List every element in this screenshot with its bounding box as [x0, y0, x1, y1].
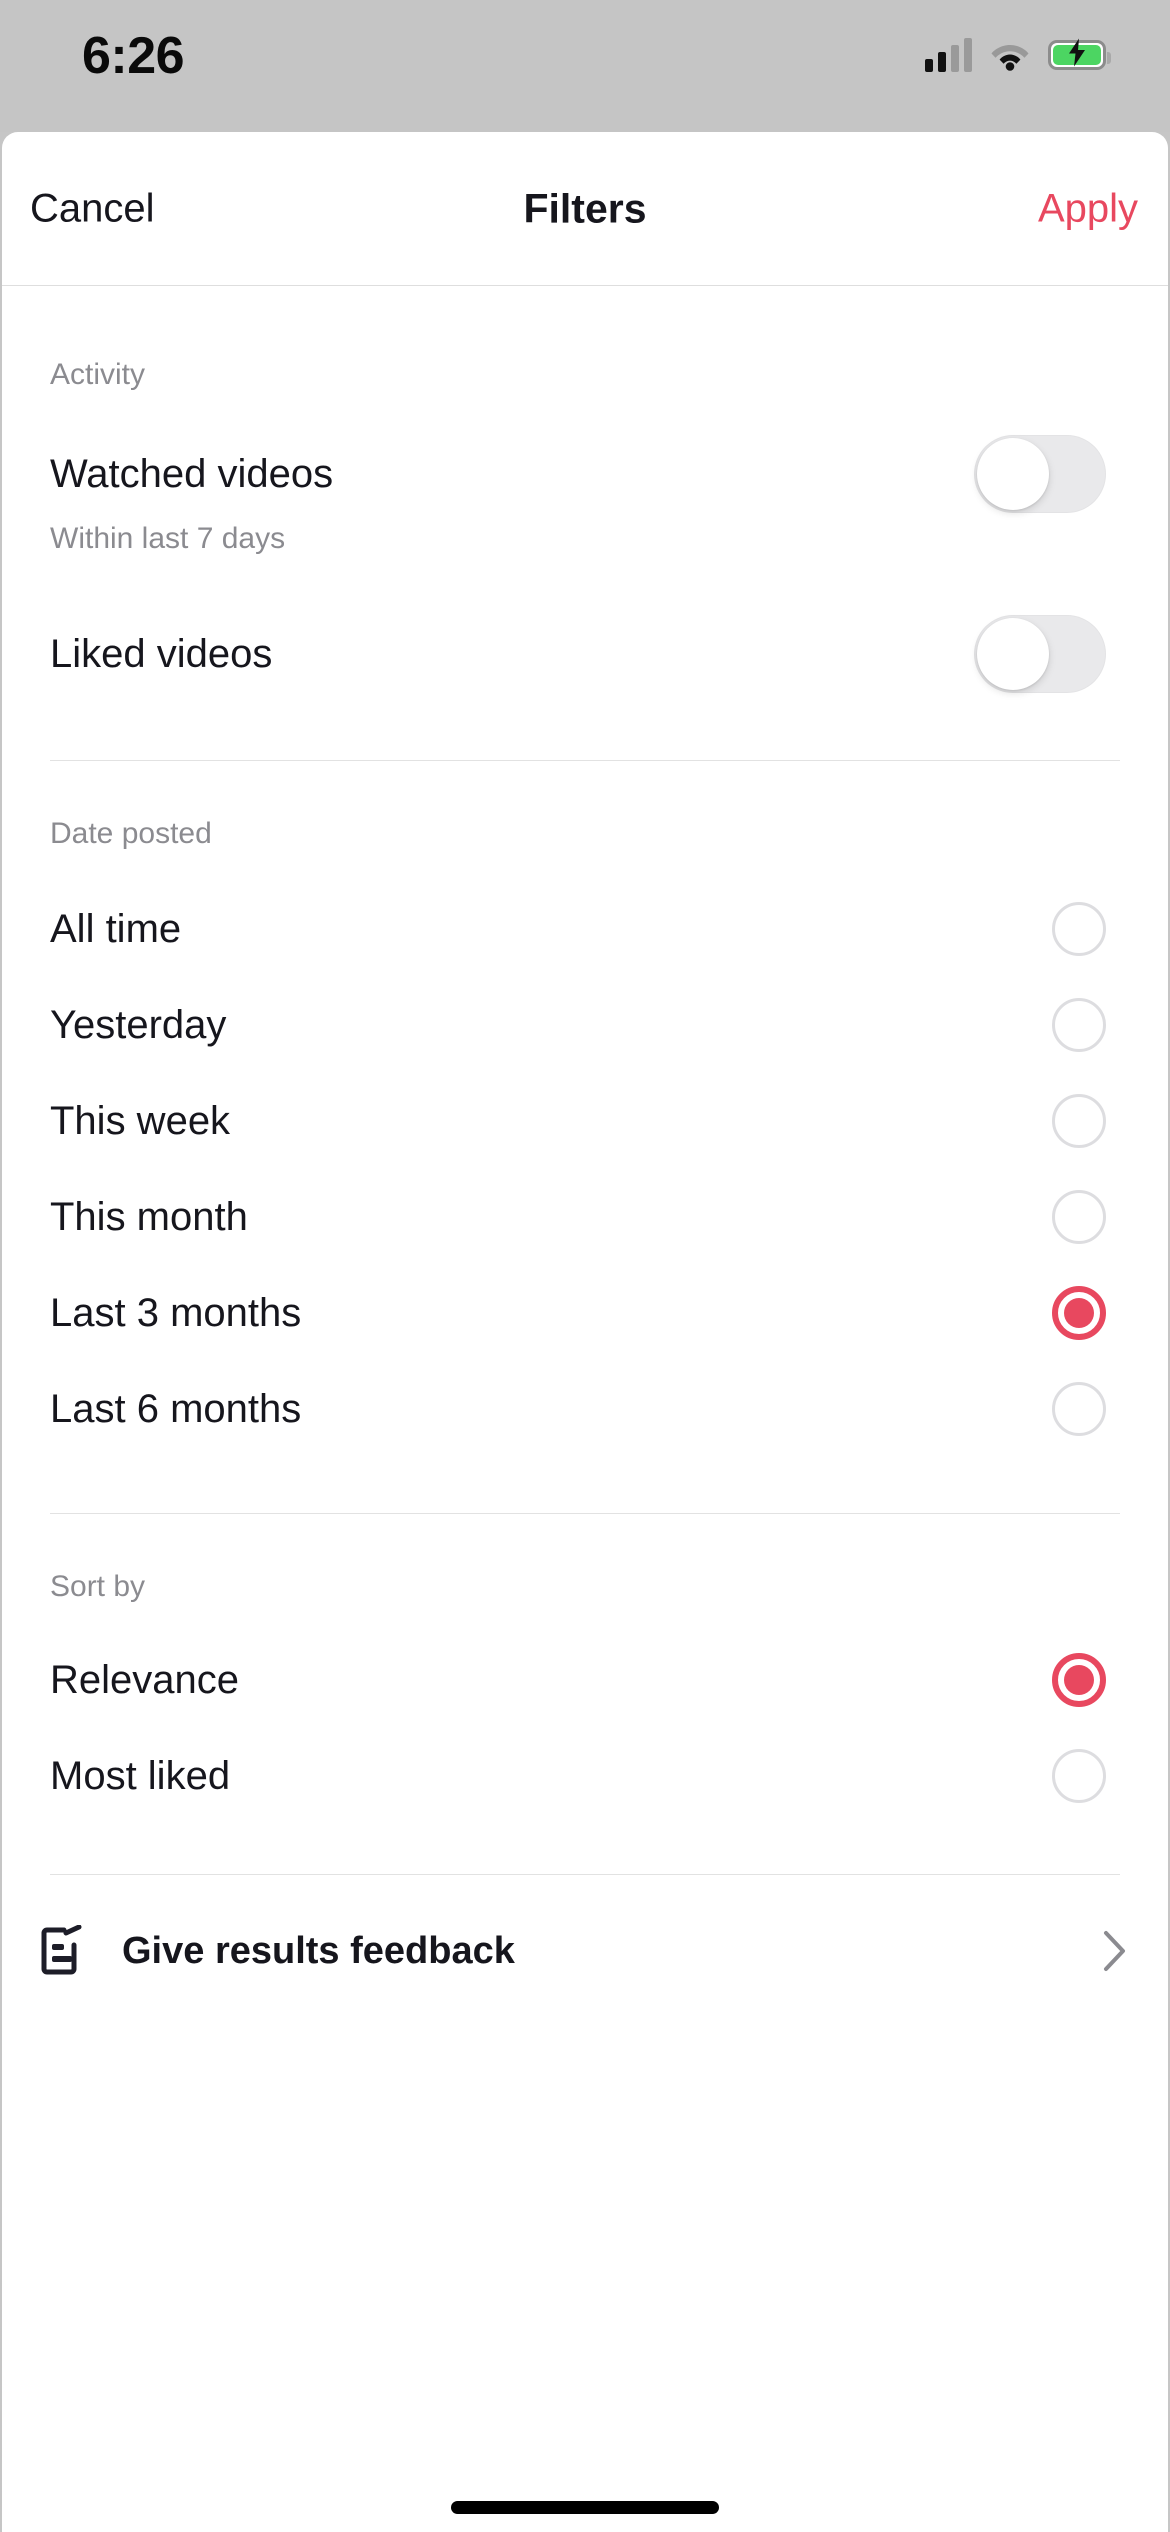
home-indicator — [451, 2501, 719, 2514]
toggle-watched-videos[interactable] — [974, 435, 1106, 513]
row-last-6-months[interactable]: Last 6 months — [2, 1361, 1168, 1457]
battery-charging-icon — [1048, 38, 1111, 70]
section-label-activity: Activity — [50, 358, 146, 391]
row-label-all-time: All time — [50, 907, 182, 951]
row-watched-videos[interactable]: Watched videos — [2, 426, 1168, 522]
section-label-sort-by: Sort by — [50, 1570, 146, 1603]
radio-yesterday[interactable] — [1052, 998, 1106, 1052]
filters-sheet: Cancel Filters Apply Activity Watched vi… — [2, 132, 1168, 2532]
wifi-icon — [990, 39, 1030, 71]
row-label-relevance: Relevance — [50, 1658, 240, 1702]
apply-button[interactable]: Apply — [1038, 186, 1138, 231]
row-liked-videos[interactable]: Liked videos — [2, 606, 1168, 702]
row-label-this-month: This month — [50, 1195, 248, 1239]
row-label-last-6-months: Last 6 months — [50, 1387, 302, 1431]
row-yesterday[interactable]: Yesterday — [2, 977, 1168, 1073]
row-most-liked[interactable]: Most liked — [2, 1728, 1168, 1824]
status-bar-time: 6:26 — [82, 27, 185, 85]
filters-content: Activity Watched videos Within last 7 da… — [2, 286, 1168, 2005]
cellular-signal-icon — [925, 38, 972, 72]
row-label-liked-videos: Liked videos — [50, 632, 273, 676]
give-results-feedback-row[interactable]: Give results feedback — [2, 1897, 1168, 2005]
toggle-liked-videos[interactable] — [974, 615, 1106, 693]
status-bar: 6:26 — [0, 0, 1170, 132]
sheet-header: Cancel Filters Apply — [2, 132, 1168, 286]
radio-all-time[interactable] — [1052, 902, 1106, 956]
status-bar-indicators — [925, 38, 1111, 72]
row-label-this-week: This week — [50, 1099, 231, 1143]
row-label-most-liked: Most liked — [50, 1754, 231, 1798]
chevron-right-icon — [1102, 1929, 1128, 1973]
radio-most-liked[interactable] — [1052, 1749, 1106, 1803]
screen-root: 6:26 Cancel Filters Apply Activity Watch… — [0, 0, 1170, 2532]
feedback-note-icon — [36, 1924, 88, 1977]
row-this-week[interactable]: This week — [2, 1073, 1168, 1169]
give-results-feedback-label: Give results feedback — [122, 1929, 515, 1972]
radio-this-week[interactable] — [1052, 1094, 1106, 1148]
radio-last-6-months[interactable] — [1052, 1382, 1106, 1436]
toggle-knob — [977, 618, 1049, 690]
section-label-date-posted: Date posted — [50, 817, 212, 850]
radio-this-month[interactable] — [1052, 1190, 1106, 1244]
page-title: Filters — [523, 185, 647, 231]
row-relevance[interactable]: Relevance — [2, 1632, 1168, 1728]
toggle-knob — [977, 438, 1049, 510]
row-last-3-months[interactable]: Last 3 months — [2, 1265, 1168, 1361]
row-this-month[interactable]: This month — [2, 1169, 1168, 1265]
row-label-yesterday: Yesterday — [50, 1003, 227, 1047]
radio-relevance[interactable] — [1052, 1653, 1106, 1707]
row-all-time[interactable]: All time — [2, 881, 1168, 977]
row-label-watched-videos: Watched videos — [50, 452, 334, 496]
row-label-last-3-months: Last 3 months — [50, 1291, 302, 1335]
row-sublabel-watched-videos: Within last 7 days — [50, 522, 286, 555]
radio-last-3-months[interactable] — [1052, 1286, 1106, 1340]
